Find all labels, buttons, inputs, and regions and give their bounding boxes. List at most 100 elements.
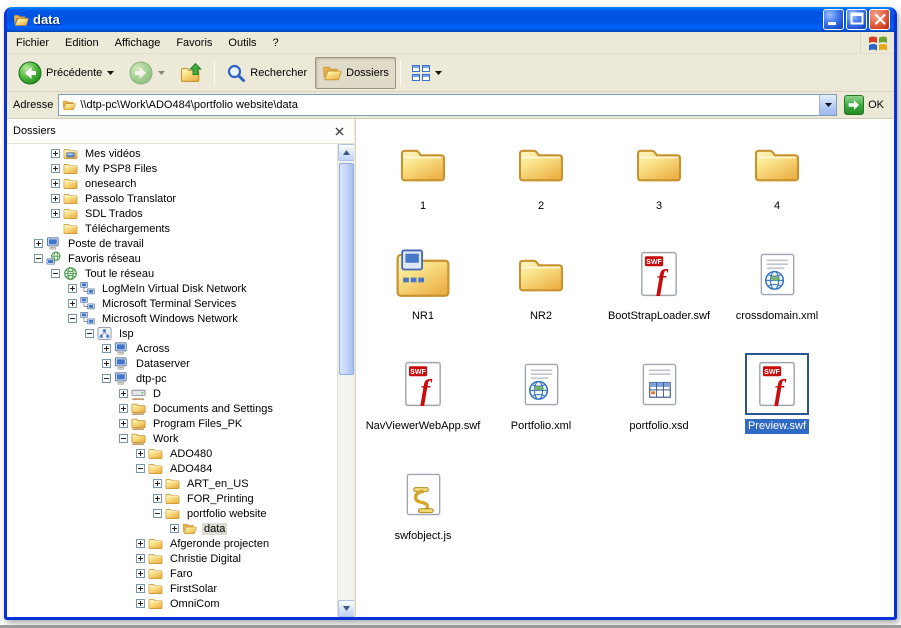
tree-item-dtp-pc[interactable]: dtp-pc bbox=[7, 371, 337, 386]
maximize-button[interactable] bbox=[846, 9, 867, 30]
scroll-thumb[interactable] bbox=[339, 163, 354, 375]
tree-item-firstsolar[interactable]: FirstSolar bbox=[7, 581, 337, 596]
tree-item-logmein-virtual-disk-network[interactable]: LogMeIn Virtual Disk Network bbox=[7, 281, 337, 296]
expand-icon[interactable] bbox=[102, 359, 111, 368]
expand-icon[interactable] bbox=[102, 344, 111, 353]
tree-item-dataserver[interactable]: Dataserver bbox=[7, 356, 337, 371]
address-dropdown-button[interactable] bbox=[819, 95, 836, 115]
up-button[interactable] bbox=[173, 57, 210, 89]
menu-affichage[interactable]: Affichage bbox=[107, 34, 169, 52]
collapse-icon[interactable] bbox=[153, 509, 162, 518]
close-button[interactable] bbox=[869, 9, 890, 30]
expand-icon[interactable] bbox=[136, 449, 145, 458]
file-item-swfobject-js[interactable]: swfobject.js bbox=[364, 463, 482, 573]
file-item-preview-swf[interactable]: SWFfPreview.swf bbox=[718, 353, 836, 463]
expand-icon[interactable] bbox=[68, 284, 77, 293]
expand-icon[interactable] bbox=[119, 419, 128, 428]
forward-button[interactable] bbox=[122, 57, 172, 89]
collapse-icon[interactable] bbox=[34, 254, 43, 263]
expand-icon[interactable] bbox=[51, 209, 60, 218]
file-item-navviewerwebapp-swf[interactable]: SWFfNavViewerWebApp.swf bbox=[364, 353, 482, 463]
tree-item-d[interactable]: D bbox=[7, 386, 337, 401]
menu-outils[interactable]: Outils bbox=[220, 34, 264, 52]
tree-item-for-printing[interactable]: FOR_Printing bbox=[7, 491, 337, 506]
tree-item-art-en-us[interactable]: ART_en_US bbox=[7, 476, 337, 491]
collapse-icon[interactable] bbox=[85, 329, 94, 338]
file-item-4[interactable]: 4 bbox=[718, 133, 836, 243]
file-item-portfolio-xsd[interactable]: portfolio.xsd bbox=[600, 353, 718, 463]
file-item-3[interactable]: 3 bbox=[600, 133, 718, 243]
tree-item-omnicom[interactable]: OmniCom bbox=[7, 596, 337, 611]
menu-fichier[interactable]: Fichier bbox=[8, 34, 57, 52]
expand-icon[interactable] bbox=[34, 239, 43, 248]
expand-icon[interactable] bbox=[51, 164, 60, 173]
collapse-icon[interactable] bbox=[68, 314, 77, 323]
expand-icon[interactable] bbox=[136, 569, 145, 578]
collapse-icon[interactable] bbox=[136, 464, 145, 473]
expand-icon[interactable] bbox=[119, 389, 128, 398]
scroll-down-button[interactable] bbox=[338, 600, 354, 617]
menu-aide[interactable]: ? bbox=[265, 34, 287, 52]
forward-dropdown-icon[interactable] bbox=[158, 71, 165, 75]
titlebar[interactable]: data bbox=[7, 7, 894, 32]
tree-item-tout-le-r-seau[interactable]: Tout le réseau bbox=[7, 266, 337, 281]
tree-item-across[interactable]: Across bbox=[7, 341, 337, 356]
tree-item-my-psp8-files[interactable]: My PSP8 Files bbox=[7, 161, 337, 176]
back-button[interactable]: Précédente bbox=[11, 57, 121, 89]
tree-item-mes-vid-os[interactable]: Mes vidéos bbox=[7, 146, 337, 161]
collapse-icon[interactable] bbox=[102, 374, 111, 383]
file-item-bootstraploader-swf[interactable]: SWFfBootStrapLoader.swf bbox=[600, 243, 718, 353]
back-dropdown-icon[interactable] bbox=[107, 71, 114, 75]
tree-item-faro[interactable]: Faro bbox=[7, 566, 337, 581]
expand-icon[interactable] bbox=[136, 539, 145, 548]
views-dropdown-icon[interactable] bbox=[435, 71, 442, 75]
tree-item-sdl-trados[interactable]: SDL Trados bbox=[7, 206, 337, 221]
expand-icon[interactable] bbox=[51, 149, 60, 158]
address-input[interactable]: \\dtp-pc\Work\ADO484\portfolio website\d… bbox=[58, 94, 837, 116]
collapse-icon[interactable] bbox=[51, 269, 60, 278]
tree-item-microsoft-windows-network[interactable]: Microsoft Windows Network bbox=[7, 311, 337, 326]
expand-icon[interactable] bbox=[136, 599, 145, 608]
tree-item-work[interactable]: Work bbox=[7, 431, 337, 446]
tree-item-passolo-translator[interactable]: Passolo Translator bbox=[7, 191, 337, 206]
expand-icon[interactable] bbox=[51, 194, 60, 203]
tree-item-afgeronde-projecten[interactable]: Afgeronde projecten bbox=[7, 536, 337, 551]
tree-scrollbar[interactable] bbox=[337, 144, 354, 617]
tree-item-ado484[interactable]: ADO484 bbox=[7, 461, 337, 476]
file-item-crossdomain-xml[interactable]: crossdomain.xml bbox=[718, 243, 836, 353]
tree-item-data[interactable]: data bbox=[7, 521, 337, 536]
expand-icon[interactable] bbox=[68, 299, 77, 308]
file-item-1[interactable]: 1 bbox=[364, 133, 482, 243]
tree-item-documents-and-settings[interactable]: Documents and Settings bbox=[7, 401, 337, 416]
search-button[interactable]: Rechercher bbox=[219, 57, 314, 89]
expand-icon[interactable] bbox=[153, 494, 162, 503]
file-item-nr1[interactable]: NR1 bbox=[364, 243, 482, 353]
expand-icon[interactable] bbox=[170, 524, 179, 533]
go-button[interactable]: OK bbox=[842, 95, 890, 115]
expand-icon[interactable] bbox=[51, 179, 60, 188]
minimize-button[interactable] bbox=[823, 9, 844, 30]
expand-icon[interactable] bbox=[119, 404, 128, 413]
expand-icon[interactable] bbox=[136, 554, 145, 563]
expand-icon[interactable] bbox=[136, 584, 145, 593]
tree-item-ado480[interactable]: ADO480 bbox=[7, 446, 337, 461]
views-button[interactable] bbox=[405, 57, 449, 89]
menu-favoris[interactable]: Favoris bbox=[168, 34, 220, 52]
scroll-up-button[interactable] bbox=[338, 144, 354, 161]
menu-edition[interactable]: Edition bbox=[57, 34, 107, 52]
file-item-2[interactable]: 2 bbox=[482, 133, 600, 243]
tree-item-onesearch[interactable]: onesearch bbox=[7, 176, 337, 191]
tree-item-t-l-chargements[interactable]: Téléchargements bbox=[7, 221, 337, 236]
tree-item-microsoft-terminal-services[interactable]: Microsoft Terminal Services bbox=[7, 296, 337, 311]
tree-item-program-files-pk[interactable]: Program Files_PK bbox=[7, 416, 337, 431]
expand-icon[interactable] bbox=[153, 479, 162, 488]
tree-item-favoris-r-seau[interactable]: Favoris réseau bbox=[7, 251, 337, 266]
tree-item-christie-digital[interactable]: Christie Digital bbox=[7, 551, 337, 566]
close-folders-panel-button[interactable] bbox=[331, 124, 348, 139]
tree-item-poste-de-travail[interactable]: Poste de travail bbox=[7, 236, 337, 251]
file-item-nr2[interactable]: NR2 bbox=[482, 243, 600, 353]
tree-item-isp[interactable]: Isp bbox=[7, 326, 337, 341]
collapse-icon[interactable] bbox=[119, 434, 128, 443]
tree-item-portfolio-website[interactable]: portfolio website bbox=[7, 506, 337, 521]
file-item-portfolio-xml[interactable]: Portfolio.xml bbox=[482, 353, 600, 463]
